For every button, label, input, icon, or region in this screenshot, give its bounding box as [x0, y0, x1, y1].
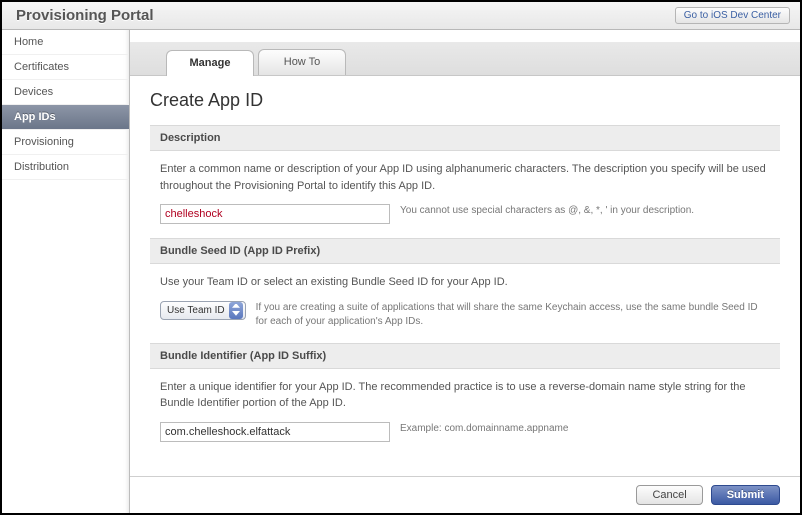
section-heading-seed: Bundle Seed ID (App ID Prefix) — [150, 238, 780, 264]
sidebar-item-distribution[interactable]: Distribution — [2, 155, 129, 180]
body-split: Home Certificates Devices App IDs Provis… — [2, 30, 800, 513]
section-heading-identifier: Bundle Identifier (App ID Suffix) — [150, 343, 780, 369]
identifier-help-text: Enter a unique identifier for your App I… — [160, 379, 770, 412]
sidebar-item-home[interactable]: Home — [2, 30, 129, 55]
seed-select[interactable]: Use Team ID — [160, 301, 246, 320]
sidebar-item-devices[interactable]: Devices — [2, 80, 129, 105]
header-bar: Provisioning Portal Go to iOS Dev Center — [2, 2, 800, 30]
seed-help-text: Use your Team ID or select an existing B… — [160, 274, 770, 291]
seed-hint: If you are creating a suite of applicati… — [256, 301, 770, 329]
sidebar-item-provisioning[interactable]: Provisioning — [2, 130, 129, 155]
select-arrows-icon — [229, 302, 243, 319]
section-body-seed: Use your Team ID or select an existing B… — [150, 264, 780, 343]
tab-manage[interactable]: Manage — [166, 50, 254, 76]
submit-button[interactable]: Submit — [711, 485, 780, 505]
description-input[interactable] — [160, 204, 390, 224]
sidebar-item-certificates[interactable]: Certificates — [2, 55, 129, 80]
tab-how-to[interactable]: How To — [258, 49, 346, 75]
sidebar-item-app-ids[interactable]: App IDs — [2, 105, 129, 130]
app-frame: { "header": { "title": "Provisioning Por… — [0, 0, 802, 515]
tab-bar: Manage How To — [130, 42, 800, 76]
footer-bar: Cancel Submit — [130, 476, 800, 513]
dev-center-link[interactable]: Go to iOS Dev Center — [675, 7, 790, 24]
description-help-text: Enter a common name or description of yo… — [160, 161, 770, 194]
portal-title: Provisioning Portal — [16, 7, 154, 24]
cancel-button[interactable]: Cancel — [636, 485, 702, 505]
section-body-identifier: Enter a unique identifier for your App I… — [150, 369, 780, 456]
section-body-description: Enter a common name or description of yo… — [150, 151, 780, 238]
sidebar: Home Certificates Devices App IDs Provis… — [2, 30, 130, 513]
identifier-hint: Example: com.domainname.appname — [400, 422, 770, 436]
section-heading-description: Description — [150, 125, 780, 151]
identifier-input[interactable] — [160, 422, 390, 442]
page-title: Create App ID — [150, 90, 780, 111]
content-area: Create App ID Description Enter a common… — [130, 76, 800, 476]
main-pane: Manage How To Create App ID Description … — [130, 30, 800, 513]
seed-select-value: Use Team ID — [167, 303, 229, 318]
description-hint: You cannot use special characters as @, … — [400, 204, 770, 218]
